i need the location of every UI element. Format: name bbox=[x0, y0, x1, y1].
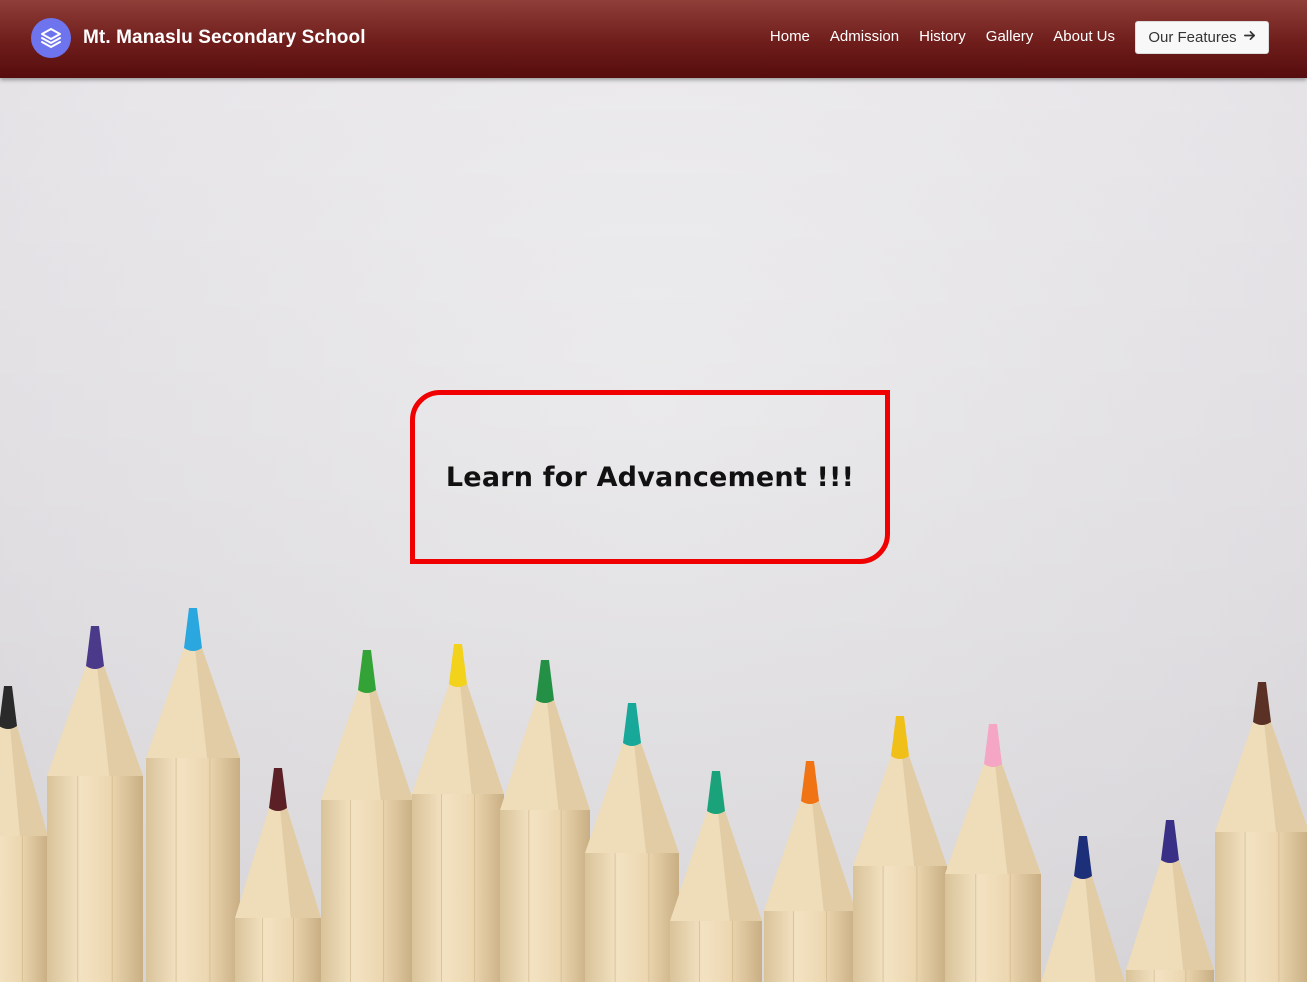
our-features-label: Our Features bbox=[1148, 29, 1237, 46]
nav-admission[interactable]: Admission bbox=[830, 28, 899, 45]
nav-home[interactable]: Home bbox=[770, 28, 810, 45]
tagline-box: Learn for Advancement !!! bbox=[410, 390, 890, 564]
nav-gallery[interactable]: Gallery bbox=[986, 28, 1034, 45]
our-features-button[interactable]: Our Features bbox=[1135, 21, 1269, 54]
navbar: Mt. Manaslu Secondary School Home Admiss… bbox=[0, 0, 1307, 78]
layers-icon bbox=[31, 18, 71, 58]
nav-about-us[interactable]: About Us bbox=[1053, 28, 1115, 45]
nav-history[interactable]: History bbox=[919, 28, 966, 45]
brand-link[interactable]: Mt. Manaslu Secondary School bbox=[31, 17, 366, 59]
arrow-right-icon bbox=[1243, 29, 1256, 46]
hero-tagline: Learn for Advancement !!! bbox=[445, 461, 855, 493]
hero-section: Learn for Advancement !!! bbox=[0, 78, 1307, 982]
school-name: Mt. Manaslu Secondary School bbox=[83, 27, 366, 48]
main-nav: Home Admission History Gallery About Us bbox=[770, 28, 1115, 45]
